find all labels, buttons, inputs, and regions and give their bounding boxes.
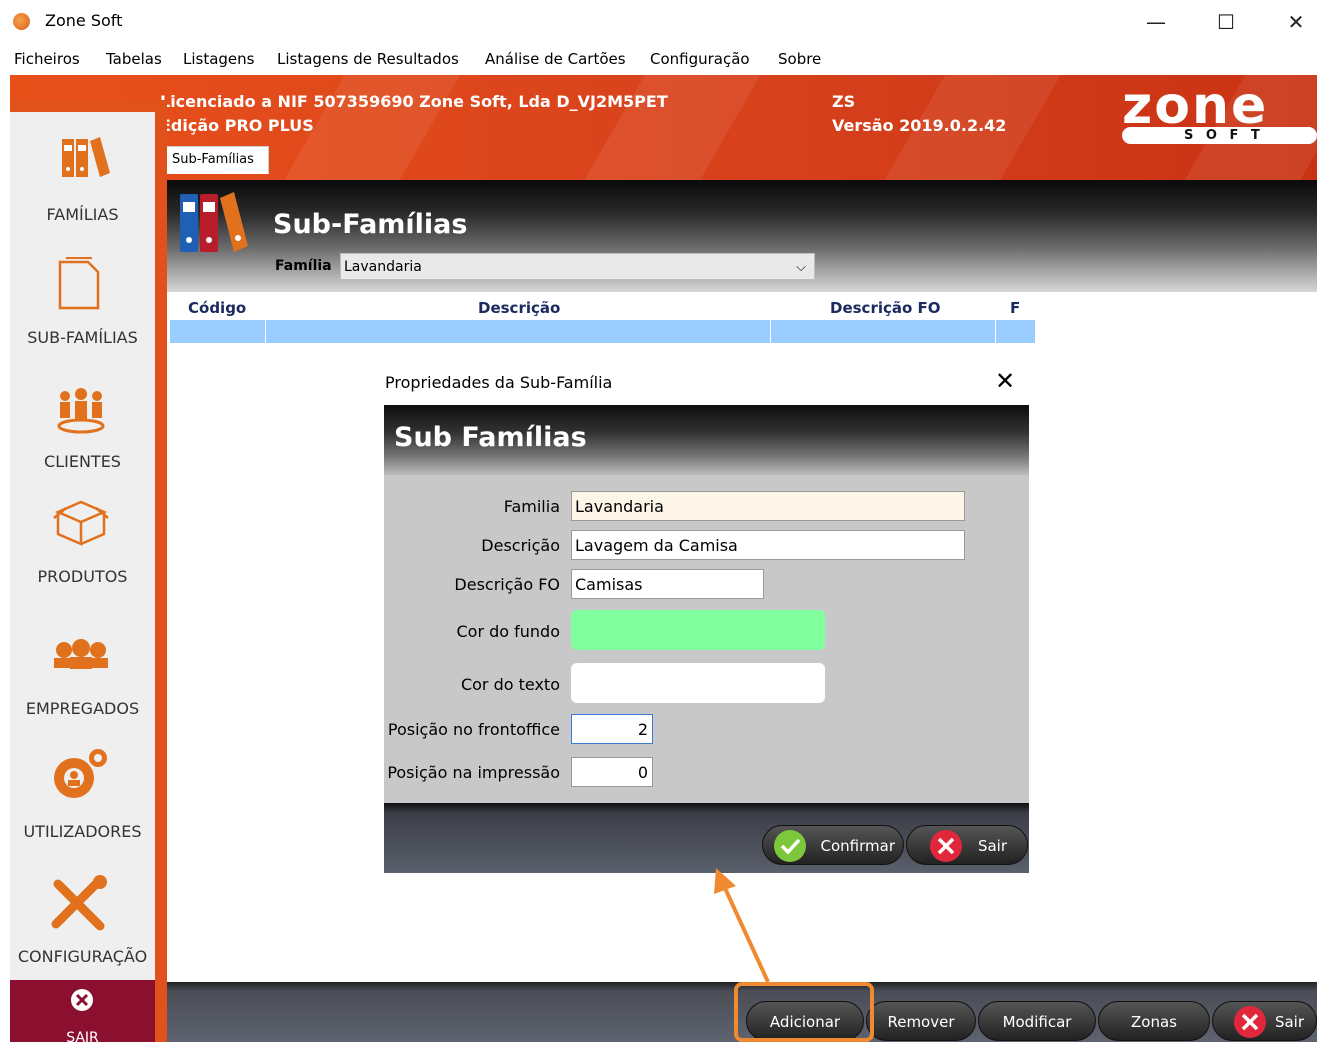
column-codigo[interactable]: Código (188, 299, 246, 317)
modificar-button[interactable]: Modificar (978, 1001, 1096, 1041)
dialog-title: Propriedades da Sub-Família (385, 373, 613, 392)
dialog-sair-button[interactable]: Sair (906, 825, 1028, 865)
annotation-highlight (734, 982, 874, 1042)
tab-sub-familias[interactable]: Sub-Famílias (163, 146, 269, 174)
tools-icon (51, 875, 107, 931)
remover-button[interactable]: Remover (866, 1001, 976, 1041)
menu-ficheiros[interactable]: Ficheiros (14, 50, 80, 68)
menu-listagens-resultados[interactable]: Listagens de Resultados (277, 50, 459, 68)
posicao-frontoffice-field[interactable]: 2 (571, 714, 653, 744)
close-window-button[interactable]: ✕ (1276, 6, 1316, 38)
app-icon (13, 13, 30, 30)
cor-texto-swatch[interactable] (571, 663, 825, 703)
cor-fundo-swatch[interactable] (571, 610, 825, 650)
column-f[interactable]: F (1010, 299, 1020, 317)
menu-listagens[interactable]: Listagens (183, 50, 254, 68)
window-title: Zone Soft (45, 11, 123, 30)
menu-sobre[interactable]: Sobre (778, 50, 821, 68)
check-circle-icon (774, 830, 806, 862)
close-circle-icon (71, 989, 93, 1011)
employees-icon (54, 639, 108, 669)
logo-soft-text: S O F T (1122, 127, 1317, 144)
box-icon (53, 500, 109, 546)
menu-tabelas[interactable]: Tabelas (106, 50, 162, 68)
familia-select-value: Lavandaria (344, 259, 422, 275)
binders-color-icon (180, 192, 248, 252)
posicao-impressao-label: Posição na impressão (387, 763, 560, 782)
familia-select[interactable]: Lavandaria ⌵ (340, 253, 815, 280)
column-descricao-fo[interactable]: Descrição FO (830, 299, 941, 317)
sidebar-item-clientes[interactable]: CLIENTES (10, 452, 155, 471)
page-title: Sub-Famílias (273, 209, 468, 240)
descricao-fo-field[interactable]: Camisas (571, 569, 764, 599)
cor-texto-label: Cor do texto (460, 675, 560, 694)
descricao-field[interactable]: Lavagem da Camisa (571, 530, 965, 560)
confirmar-button-label: Confirmar (820, 837, 895, 855)
zonas-button[interactable]: Zonas (1098, 1001, 1210, 1041)
menu-analise-cartoes[interactable]: Análise de Cartões (485, 50, 626, 68)
familia-label: Família (275, 258, 332, 274)
edition-text: Edição PRO PLUS (160, 116, 314, 135)
close-circle-icon (930, 830, 962, 862)
descricao-field-label: Descrição (481, 536, 560, 555)
sidebar-item-familias[interactable]: FAMÍLIAS (10, 205, 155, 224)
maximize-button[interactable]: ☐ (1206, 6, 1246, 38)
sidebar-item-produtos[interactable]: PRODUTOS (10, 567, 155, 586)
clients-icon (57, 388, 105, 434)
gear-user-icon (54, 749, 107, 798)
dialog-sair-button-label: Sair (977, 837, 1007, 855)
descricao-fo-field-label: Descrição FO (454, 575, 560, 594)
chevron-down-icon: ⌵ (796, 260, 806, 275)
menu-bar: Ficheiros Tabelas Listagens Listagens de… (0, 47, 1317, 73)
document-icon (58, 257, 100, 310)
confirmar-button[interactable]: Confirmar (762, 825, 904, 865)
posicao-impressao-field[interactable]: 0 (571, 757, 653, 787)
posicao-frontoffice-label: Posição no frontoffice (387, 720, 560, 739)
sidebar-item-configuracao[interactable]: CONFIGURAÇÃO (10, 947, 155, 966)
sidebar-item-empregados[interactable]: EMPREGADOS (10, 699, 155, 718)
dialog-close-button[interactable]: ✕ (990, 367, 1020, 395)
binders-icon (62, 137, 110, 177)
close-circle-icon (1234, 1006, 1266, 1038)
sidebar-item-sub-familias[interactable]: SUB-FAMÍLIAS (10, 328, 155, 347)
familia-field[interactable]: Lavandaria (571, 491, 965, 521)
dialog-heading: Sub Famílias (394, 422, 587, 453)
annotation-arrow (714, 868, 770, 983)
sidebar-top-strip (10, 100, 155, 112)
sidebar-exit-block[interactable]: SAIR (10, 980, 155, 1046)
sidebar-item-sair: SAIR (66, 1030, 99, 1046)
minimize-button[interactable]: — (1136, 6, 1176, 38)
sair-button[interactable]: Sair (1212, 1001, 1317, 1041)
zonesoft-logo: zone S O F T (1122, 76, 1317, 144)
logo-zone-text: zone (1122, 76, 1269, 136)
sidebar-item-utilizadores[interactable]: UTILIZADORES (10, 822, 155, 841)
window-titlebar (0, 0, 1317, 44)
column-descricao[interactable]: Descrição (478, 299, 560, 317)
menu-configuracao[interactable]: Configuração (650, 50, 750, 68)
familia-field-label: Familia (503, 497, 560, 516)
code-text: ZS (832, 92, 856, 111)
sair-button-label: Sair (1274, 1013, 1304, 1031)
license-text: Licenciado a NIF 507359690 Zone Soft, Ld… (160, 92, 668, 111)
cor-fundo-label: Cor do fundo (456, 622, 560, 641)
table-row[interactable] (170, 320, 1035, 343)
version-text: Versão 2019.0.2.42 (832, 116, 1007, 135)
grid-header: Código Descrição Descrição FO F (167, 292, 1317, 320)
